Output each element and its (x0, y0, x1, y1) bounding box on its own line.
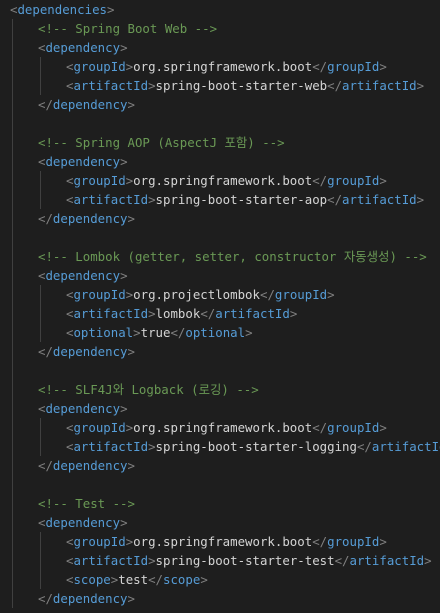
comment-slf4j-logback: <!-- SLF4J와 Logback (로깅) --> (38, 382, 259, 397)
blank-line (0, 114, 440, 133)
dependency-close-line: </dependency> (0, 95, 440, 114)
groupid-line: <groupId>org.springframework.boot</group… (0, 57, 440, 76)
dependency-open-line: <dependency> (0, 266, 440, 285)
optional-value: true (140, 325, 171, 340)
groupid-line: <groupId>org.springframework.boot</group… (0, 171, 440, 190)
comment-line: <!-- Spring Boot Web --> (0, 19, 440, 38)
comment-spring-aop: <!-- Spring AOP (AspectJ 포함) --> (38, 135, 285, 150)
artifactid-line: <artifactId>spring-boot-starter-test</ar… (0, 551, 440, 570)
comment-line: <!-- SLF4J와 Logback (로깅) --> (0, 380, 440, 399)
code-editor[interactable]: <dependencies> <!-- Spring Boot Web --> … (0, 0, 440, 613)
comment-line: <!-- Spring AOP (AspectJ 포함) --> (0, 133, 440, 152)
artifactid-line: <artifactId>spring-boot-starter-web</art… (0, 76, 440, 95)
groupid-value: org.projectlombok (133, 287, 260, 302)
dependency-open-line: <dependency> (0, 38, 440, 57)
artifactid-line: <artifactId>spring-boot-starter-aop</art… (0, 190, 440, 209)
artifactid-value: spring-boot-starter-logging (155, 439, 357, 454)
groupid-value: org.springframework.boot (133, 420, 313, 435)
groupid-value: org.springframework.boot (133, 534, 313, 549)
comment-test: <!-- Test --> (38, 496, 135, 511)
groupid-value: org.springframework.boot (133, 59, 313, 74)
artifactid-value: spring-boot-starter-test (155, 553, 335, 568)
dependency-open-line: <dependency> (0, 399, 440, 418)
groupid-value: org.springframework.boot (133, 173, 313, 188)
dependencies-open-tag: dependencies (17, 2, 107, 17)
scope-line: <scope>test</scope> (0, 570, 440, 589)
dependency-close-line: </dependency> (0, 456, 440, 475)
comment-spring-boot-web: <!-- Spring Boot Web --> (38, 21, 218, 36)
optional-line: <optional>true</optional> (0, 323, 440, 342)
blank-line (0, 361, 440, 380)
comment-line: <!-- Lombok (getter, setter, constructor… (0, 247, 440, 266)
groupid-line: <groupId>org.projectlombok</groupId> (0, 285, 440, 304)
comment-line: <!-- Test --> (0, 494, 440, 513)
dependency-close-line: </dependency> (0, 589, 440, 608)
artifactid-value: spring-boot-starter-web (155, 78, 328, 93)
comment-lombok: <!-- Lombok (getter, setter, constructor… (38, 249, 427, 264)
artifactid-value: lombok (155, 306, 201, 321)
dependency-close-line: </dependency> (0, 342, 440, 361)
groupid-line: <groupId>org.springframework.boot</group… (0, 532, 440, 551)
dependency-open-line: <dependency> (0, 513, 440, 532)
artifactid-line: <artifactId>lombok</artifactId> (0, 304, 440, 323)
scope-value: test (118, 572, 149, 587)
blank-line (0, 228, 440, 247)
groupid-line: <groupId>org.springframework.boot</group… (0, 418, 440, 437)
dependency-open-line: <dependency> (0, 152, 440, 171)
dependencies-open-line: <dependencies> (10, 2, 115, 17)
blank-line (0, 475, 440, 494)
artifactid-line: <artifactId>spring-boot-starter-logging<… (0, 437, 440, 456)
dependency-close-line: </dependency> (0, 209, 440, 228)
artifactid-value: spring-boot-starter-aop (155, 192, 328, 207)
